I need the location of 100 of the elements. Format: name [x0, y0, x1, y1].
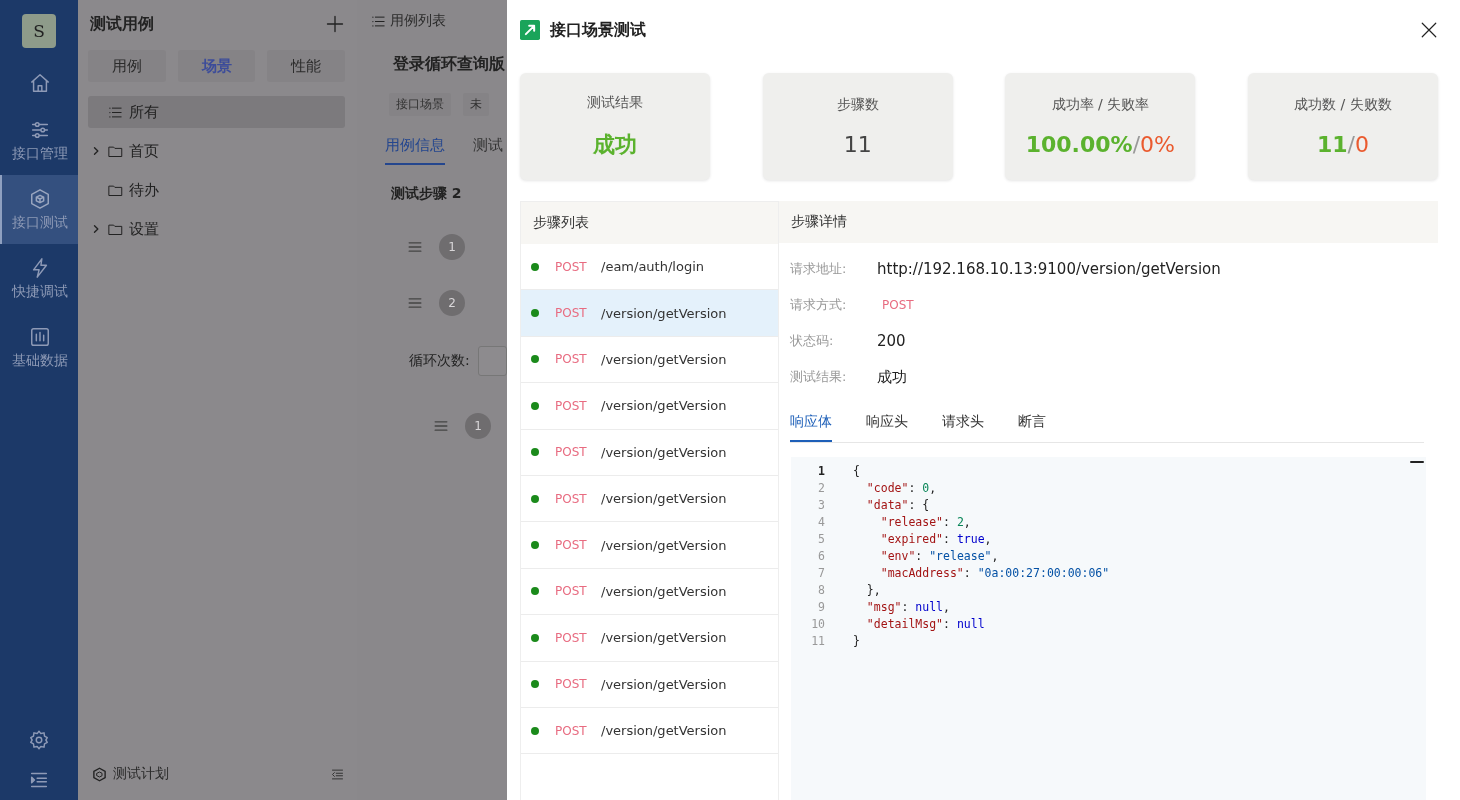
- field-label: 循环次数:: [409, 352, 470, 370]
- line-number: 6: [817, 548, 825, 563]
- endpoint-path: /version/getVersion: [601, 305, 727, 321]
- endpoint-path: /version/getVersion: [601, 398, 727, 414]
- code-line: {: [852, 463, 860, 478]
- method-label: POST: [555, 306, 588, 321]
- method-label: POST: [555, 491, 588, 506]
- method-label: POST: [555, 259, 588, 274]
- line-number: 11: [810, 633, 825, 648]
- step-row[interactable]: POST /version/getVersion: [521, 661, 778, 708]
- field-label: 测试结果:: [790, 368, 848, 386]
- field-label: 请求方式:: [790, 296, 848, 314]
- drawer-title: 接口场景测试: [550, 19, 647, 41]
- step-number: 1: [465, 413, 491, 439]
- tag: 未: [463, 93, 489, 116]
- folder-icon: [108, 182, 123, 198]
- tab[interactable]: 响应头: [866, 407, 908, 442]
- nav-item[interactable]: 快捷调试: [0, 244, 78, 313]
- field-value: 200: [877, 332, 906, 350]
- stat-label: 测试结果: [587, 93, 643, 112]
- folder-icon: [108, 221, 123, 237]
- code-line: "detailMsg": null: [865, 616, 985, 631]
- stat-value: 100.00%/0%: [1025, 132, 1175, 157]
- nav-label: 快捷调试: [12, 282, 68, 301]
- tree-item[interactable]: 所有: [88, 96, 345, 128]
- plus-icon[interactable]: [325, 14, 345, 34]
- tab[interactable]: 请求头: [942, 407, 984, 442]
- method-label: POST: [555, 723, 588, 738]
- endpoint-path: /version/getVersion: [601, 444, 727, 460]
- field-label: 状态码:: [790, 332, 835, 350]
- nav-item[interactable]: 接口管理: [0, 106, 78, 175]
- tag: 接口场景: [389, 93, 451, 116]
- step-row[interactable]: POST /version/getVersion: [521, 475, 778, 523]
- stat-value: 11: [843, 132, 872, 157]
- tree-item[interactable]: 首页: [88, 135, 345, 167]
- tab[interactable]: 断言: [1018, 407, 1046, 442]
- logo-icon: [520, 20, 540, 40]
- endpoint-path: /version/getVersion: [601, 583, 727, 599]
- hexagon-icon: [29, 187, 51, 210]
- nav-item[interactable]: 基础数据: [0, 313, 78, 382]
- step-number: 1: [439, 234, 465, 260]
- step-number: 2: [439, 290, 465, 316]
- plan-link[interactable]: 测试计划: [113, 765, 169, 783]
- panel-title: 测试用例: [90, 13, 154, 35]
- step-row[interactable]: POST /version/getVersion: [521, 429, 778, 476]
- method-label: POST: [555, 630, 588, 645]
- method-label: POST: [555, 538, 588, 553]
- code-line: "macAddress": "0a:00:27:00:00:06": [879, 565, 1110, 580]
- step-row[interactable]: POST /version/getVersion: [521, 383, 778, 430]
- list-header: 步骤列表: [521, 202, 778, 244]
- segment-tab[interactable]: 性能: [267, 50, 345, 82]
- step-row[interactable]: POST /version/getVersion: [521, 336, 778, 384]
- step-row[interactable]: POST /version/getVersion: [521, 707, 778, 755]
- stat-label: 步骤数: [836, 96, 879, 114]
- nav-item[interactable]: 接口测试: [0, 175, 78, 244]
- endpoint-path: /version/getVersion: [601, 491, 727, 507]
- step-row[interactable]: POST /version/getVersion: [521, 615, 778, 662]
- settings-icon[interactable]: [28, 729, 50, 751]
- nav-label: 接口测试: [12, 213, 68, 232]
- endpoint-path: /version/getVersion: [601, 630, 727, 646]
- input-field[interactable]: [477, 346, 507, 376]
- code-line: "expired": true,: [879, 531, 992, 546]
- segment-tab[interactable]: 用例: [88, 50, 166, 82]
- stat-label: 成功率 / 失败率: [1051, 96, 1150, 114]
- line-number: 3: [817, 497, 825, 512]
- minimize-icon[interactable]: [1410, 459, 1424, 465]
- breadcrumb[interactable]: 用例列表: [390, 12, 446, 30]
- line-number: 2: [817, 480, 825, 495]
- tab[interactable]: 测试: [473, 136, 503, 165]
- tab[interactable]: 响应体: [790, 407, 832, 442]
- section-title: 测试步骤 2: [391, 185, 463, 203]
- tree-item[interactable]: 设置: [88, 213, 345, 245]
- method-label: POST: [555, 584, 588, 599]
- tree-item[interactable]: 待办: [88, 174, 345, 206]
- code-line: "code": 0,: [865, 480, 937, 495]
- list-icon: [108, 104, 123, 120]
- field-value: POST: [882, 298, 914, 312]
- folder-icon: [108, 143, 123, 159]
- detail-header: 步骤详情: [779, 201, 1438, 243]
- home-icon: [29, 72, 51, 94]
- field-label: 请求地址:: [790, 260, 848, 278]
- close-icon[interactable]: [1420, 21, 1438, 39]
- list-icon: [371, 13, 386, 29]
- method-label: POST: [555, 352, 588, 367]
- field-value: http://192.168.10.13:9100/version/getVersion: [877, 260, 1221, 278]
- endpoint-path: /version/getVersion: [601, 351, 727, 367]
- code-line: "data": {: [865, 497, 930, 512]
- endpoint-path: /eam/auth/login: [601, 259, 704, 275]
- code-line: }: [852, 633, 860, 648]
- code-line: "msg": null,: [865, 599, 950, 614]
- step-row[interactable]: POST /version/getVersion: [521, 522, 778, 569]
- line-number: 5: [817, 531, 825, 546]
- avatar[interactable]: S: [22, 14, 56, 48]
- step-row[interactable]: POST /version/getVersion: [521, 290, 778, 337]
- method-label: POST: [555, 677, 588, 692]
- collapse-icon[interactable]: [330, 766, 345, 782]
- step-row[interactable]: POST /version/getVersion: [521, 568, 778, 616]
- endpoint-path: /version/getVersion: [601, 537, 727, 553]
- code-line: "env": "release",: [879, 548, 999, 563]
- stat-value: 成功: [593, 130, 637, 159]
